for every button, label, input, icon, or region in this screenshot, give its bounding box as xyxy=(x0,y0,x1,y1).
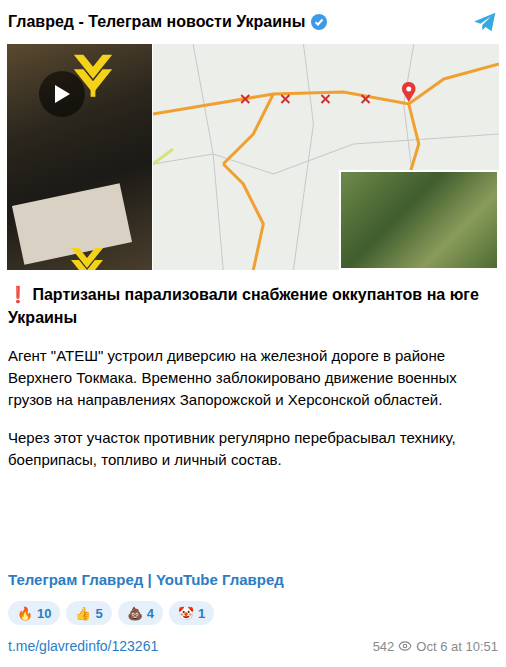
reaction-count: 1 xyxy=(198,606,205,621)
post-link[interactable]: YouTube Главред xyxy=(156,571,284,588)
post-url[interactable]: t.me/glavredinfo/123261 xyxy=(8,638,158,654)
reaction-emoji: 👍 xyxy=(75,606,91,621)
reaction-count: 4 xyxy=(147,606,154,621)
post-footer: t.me/glavredinfo/123261 542 Oct 6 at 10:51 xyxy=(8,631,498,661)
post-meta: 542 Oct 6 at 10:51 xyxy=(373,639,498,654)
post-media xyxy=(7,44,499,270)
reaction-button[interactable]: 💩4 xyxy=(118,601,163,625)
post-paragraph: Агент "АТЕШ" устроил диверсию на железно… xyxy=(8,345,498,411)
play-button[interactable] xyxy=(39,71,85,117)
channel-name[interactable]: Главред - Телеграм новости Украины xyxy=(8,13,305,31)
reaction-button[interactable]: 👍5 xyxy=(66,601,111,625)
reaction-button[interactable]: 🤡1 xyxy=(169,601,214,625)
post-links: Телеграм Главред | YouTube Главред xyxy=(8,569,498,591)
view-count: 542 xyxy=(373,639,395,654)
verified-icon xyxy=(311,14,327,30)
reactions-row: 🔥10👍5💩4🤡1 xyxy=(8,601,498,625)
reaction-emoji: 🔥 xyxy=(17,606,33,621)
map-image[interactable] xyxy=(153,44,499,270)
post-paragraph: Через этот участок противник регулярно п… xyxy=(8,427,498,471)
satellite-inset xyxy=(339,170,499,270)
eye-icon xyxy=(398,639,412,653)
post-date: Oct 6 at 10:51 xyxy=(416,639,498,654)
reaction-button[interactable]: 🔥 10 xyxy=(8,601,60,625)
video-paper xyxy=(12,183,132,265)
atesh-logo-icon xyxy=(67,244,107,270)
play-icon xyxy=(53,84,71,104)
post-body: ❗ Партизаны парализовали снабжение оккуп… xyxy=(0,270,506,667)
video-thumbnail[interactable] xyxy=(7,44,152,270)
post-title: ❗ Партизаны парализовали снабжение оккуп… xyxy=(8,283,498,329)
telegram-post: Главред - Телеграм новости Украины ❗ Парт… xyxy=(0,0,506,667)
link-separator: | xyxy=(143,571,156,588)
post-link[interactable]: Телеграм Главред xyxy=(8,571,143,588)
telegram-logo-icon[interactable] xyxy=(472,9,498,35)
reaction-emoji: 🤡 xyxy=(178,606,194,621)
reaction-count: 10 xyxy=(37,606,51,621)
reaction-count: 5 xyxy=(95,606,102,621)
post-header: Главред - Телеграм новости Украины xyxy=(0,0,506,44)
reaction-emoji: 💩 xyxy=(127,606,143,621)
channel-row: Главред - Телеграм новости Украины xyxy=(8,13,327,31)
